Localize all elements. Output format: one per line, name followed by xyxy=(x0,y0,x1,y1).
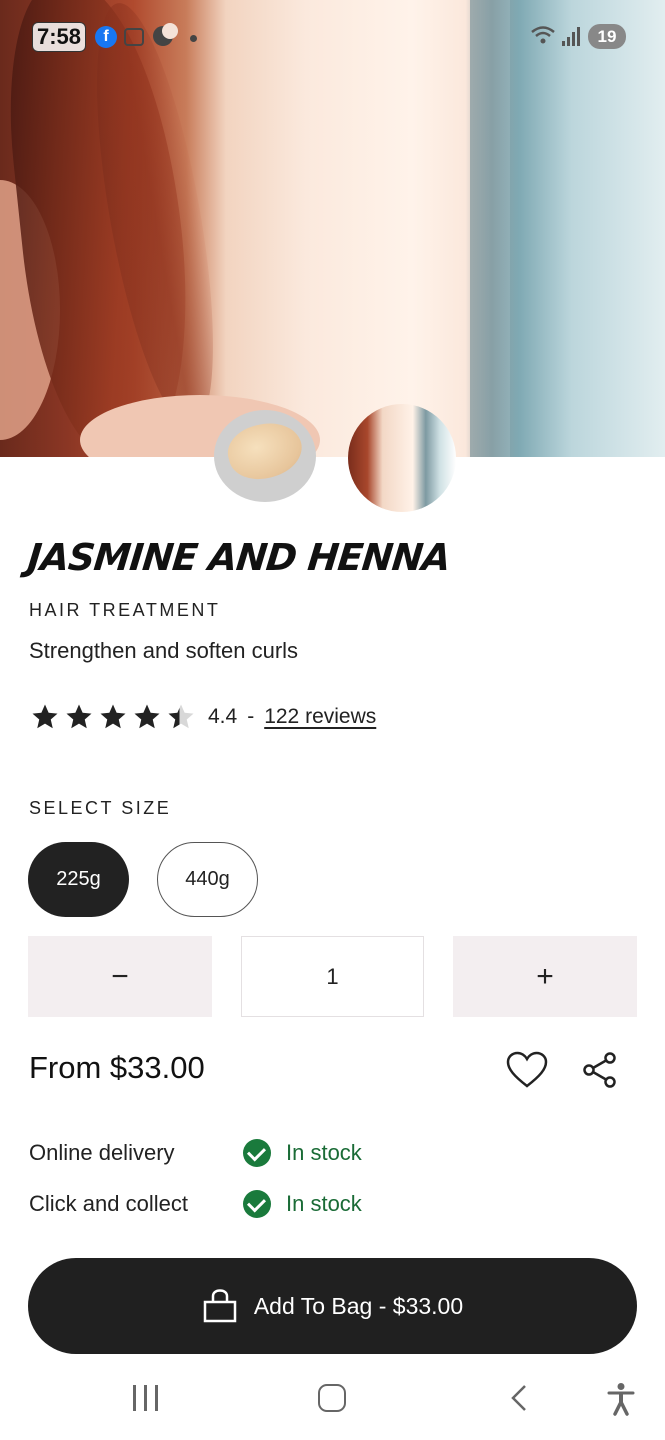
screenshot-icon xyxy=(124,28,144,46)
signal-icon xyxy=(562,26,582,46)
select-size-label: SELECT SIZE xyxy=(29,798,172,818)
availability-click-and-collect: Click and collect In stock xyxy=(29,1186,362,1222)
product-title: JASMINE AND HENNA xyxy=(25,536,453,579)
price-label: From $33.00 xyxy=(29,1050,205,1085)
back-icon[interactable] xyxy=(508,1384,530,1412)
rating-separator: - xyxy=(247,705,255,728)
heart-icon[interactable] xyxy=(506,1051,548,1089)
shopping-bag-icon xyxy=(203,1289,237,1323)
system-navigation-bar xyxy=(0,1360,665,1440)
notification-dot-icon xyxy=(190,35,197,42)
star-half-icon xyxy=(168,704,194,729)
share-icon[interactable] xyxy=(582,1052,618,1088)
availability-label: Click and collect xyxy=(29,1191,188,1216)
reviews-link[interactable]: 122 reviews xyxy=(264,705,376,729)
wifi-icon xyxy=(531,26,555,44)
star-full-icon xyxy=(32,704,58,729)
star-full-icon xyxy=(100,704,126,729)
home-icon[interactable] xyxy=(318,1384,346,1412)
add-to-bag-button[interactable]: Add To Bag - $33.00 xyxy=(28,1258,637,1354)
rating-value: 4.4 xyxy=(208,705,238,728)
size-option-440g[interactable]: 440g xyxy=(157,842,258,917)
stock-status: In stock xyxy=(286,1191,362,1216)
rating-row: 4.4 - 122 reviews xyxy=(30,700,376,734)
size-option-225g[interactable]: 225g xyxy=(28,842,129,917)
product-hero-image xyxy=(0,0,665,457)
accessibility-icon[interactable] xyxy=(606,1382,636,1416)
facebook-icon: f xyxy=(95,26,117,48)
availability-online-delivery: Online delivery In stock xyxy=(29,1135,362,1171)
quantity-decrease-button[interactable]: − xyxy=(28,936,212,1017)
thumbnail-cream-swatch[interactable] xyxy=(214,410,316,502)
check-circle-icon xyxy=(243,1139,271,1167)
product-tagline: Strengthen and soften curls xyxy=(29,638,299,663)
status-bar: 7:58 f 19 xyxy=(0,18,665,54)
quantity-increase-button[interactable]: + xyxy=(453,936,637,1017)
dnd-moon-icon xyxy=(153,23,178,46)
check-circle-icon xyxy=(243,1190,271,1218)
add-to-bag-label: Add To Bag - $33.00 xyxy=(253,1292,464,1319)
availability-label: Online delivery xyxy=(29,1140,175,1165)
star-full-icon xyxy=(134,704,160,729)
battery-icon: 19 xyxy=(588,24,626,49)
star-full-icon xyxy=(66,704,92,729)
status-time: 7:58 xyxy=(32,22,87,52)
product-category: HAIR TREATMENT xyxy=(29,600,221,620)
thumbnail-hair-image[interactable] xyxy=(348,404,456,512)
stock-status: In stock xyxy=(286,1140,362,1165)
quantity-value[interactable]: 1 xyxy=(241,936,424,1017)
recent-apps-icon[interactable] xyxy=(133,1385,159,1411)
